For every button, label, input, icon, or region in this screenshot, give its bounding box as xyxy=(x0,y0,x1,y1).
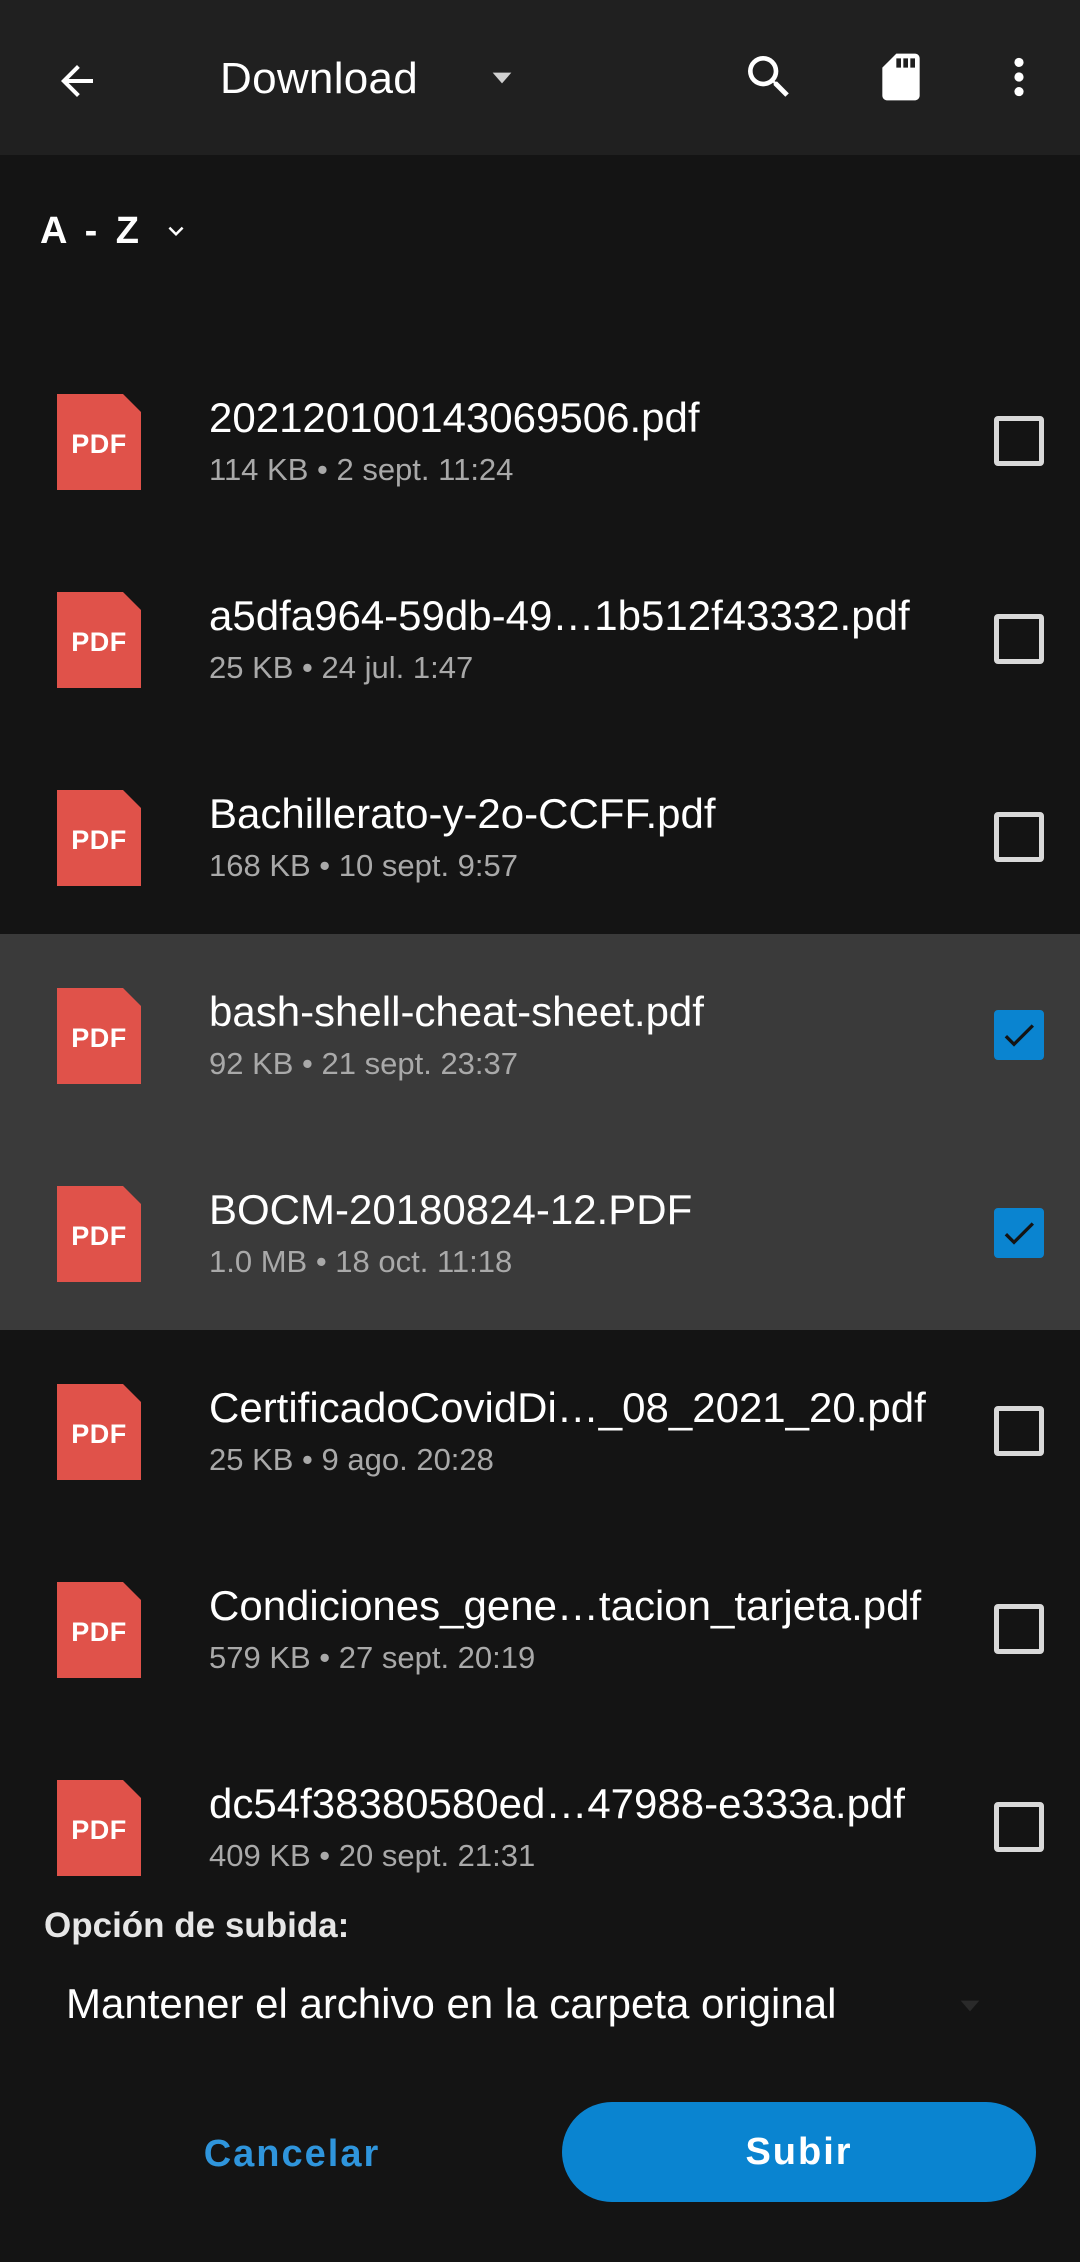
check-icon xyxy=(1004,1222,1034,1245)
pdf-file-icon: PDF xyxy=(57,1582,141,1678)
upload-panel: Opción de subida: Mantener el archivo en… xyxy=(0,1876,1080,2262)
file-name: CertificadoCovidDi…_08_2021_20.pdf xyxy=(209,1384,926,1431)
file-meta: 92 KB • 21 sept. 23:37 xyxy=(209,1046,519,1081)
more-options-button[interactable] xyxy=(980,38,1058,116)
file-name: dc54f38380580ed…47988-e333a.pdf xyxy=(209,1780,905,1827)
back-button[interactable] xyxy=(38,42,116,120)
pdf-icon-label: PDF xyxy=(71,626,127,657)
pdf-file-icon: PDF xyxy=(57,592,141,688)
pdf-icon-label: PDF xyxy=(71,1418,127,1449)
file-row[interactable]: PDF CertificadoCovidDi…_08_2021_20.pdf 25 … xyxy=(0,1330,1080,1528)
file-meta: 1.0 MB • 18 oct. 11:18 xyxy=(209,1244,513,1279)
storage-button[interactable] xyxy=(862,38,940,116)
pdf-icon-label: PDF xyxy=(71,824,127,855)
file-row[interactable]: PDF dc54f38380580ed…47988-e333a.pdf 409 KB… xyxy=(0,1726,1080,1876)
check-icon xyxy=(1004,1024,1034,1047)
pdf-icon-label: PDF xyxy=(71,1814,127,1845)
file-checkbox[interactable] xyxy=(994,812,1044,862)
sd-card-icon xyxy=(882,53,920,101)
file-name: bash-shell-cheat-sheet.pdf xyxy=(209,988,704,1035)
file-row[interactable]: PDF BOCM-20180824-12.PDF 1.0 MB • 18 oct. … xyxy=(0,1132,1080,1330)
upload-button[interactable]: Subir xyxy=(562,2102,1036,2202)
file-row[interactable]: PDF bash-shell-cheat-sheet.pdf 92 KB • 21 … xyxy=(0,934,1080,1132)
pdf-icon-label: PDF xyxy=(71,1220,127,1251)
pdf-icon-label: PDF xyxy=(71,428,127,459)
pdf-file-icon: PDF xyxy=(57,1780,141,1876)
file-name: Condiciones_gene…tacion_tarjeta.pdf xyxy=(209,1582,922,1629)
arrow-left-icon xyxy=(61,65,93,97)
file-checkbox[interactable] xyxy=(994,1802,1044,1852)
file-meta: 579 KB • 27 sept. 20:19 xyxy=(209,1640,536,1675)
file-list: PDF 202120100143069506.pdf 114 KB • 2 sept… xyxy=(0,340,1080,1876)
file-checkbox[interactable] xyxy=(994,1604,1044,1654)
file-name: 202120100143069506.pdf xyxy=(209,394,700,441)
folder-selector[interactable]: Download xyxy=(220,44,418,114)
more-vert-icon xyxy=(1014,57,1024,97)
caret-down-icon xyxy=(960,2000,980,2012)
file-row[interactable]: PDF Bachillerato-y-2o-CCFF.pdf 168 KB • 10… xyxy=(0,736,1080,934)
file-checkbox[interactable] xyxy=(994,614,1044,664)
file-row[interactable]: PDF Condiciones_gene…tacion_tarjeta.pdf 57… xyxy=(0,1528,1080,1726)
upload-option-select[interactable]: Mantener el archivo en la carpeta origin… xyxy=(30,1970,1030,2050)
file-name: BOCM-20180824-12.PDF xyxy=(209,1186,693,1233)
pdf-file-icon: PDF xyxy=(57,394,141,490)
file-meta: 114 KB • 2 sept. 11:24 xyxy=(209,452,514,487)
upload-option-value: Mantener el archivo en la carpeta origin… xyxy=(66,1980,837,2027)
file-meta: 409 KB • 20 sept. 21:31 xyxy=(209,1838,536,1873)
file-checkbox[interactable] xyxy=(994,1208,1044,1258)
file-name: Bachillerato-y-2o-CCFF.pdf xyxy=(209,790,716,837)
file-checkbox[interactable] xyxy=(994,1406,1044,1456)
page-title: Download xyxy=(220,54,419,103)
file-name: a5dfa964-59db-49…1b512f43332.pdf xyxy=(209,592,910,639)
file-row[interactable]: PDF a5dfa964-59db-49…1b512f43332.pdf 25 KB… xyxy=(0,538,1080,736)
file-row[interactable]: PDF 202120100143069506.pdf 114 KB • 2 sept… xyxy=(0,340,1080,538)
pdf-file-icon: PDF xyxy=(57,1186,141,1282)
pdf-icon-label: PDF xyxy=(71,1022,127,1053)
top-app-bar: Download xyxy=(0,0,1080,155)
file-meta: 25 KB • 24 jul. 1:47 xyxy=(209,650,474,685)
cancel-button[interactable]: Cancelar xyxy=(152,2104,432,2204)
search-icon xyxy=(748,56,789,97)
file-meta: 168 KB • 10 sept. 9:57 xyxy=(209,848,519,883)
search-button[interactable] xyxy=(730,38,808,116)
caret-down-icon[interactable] xyxy=(486,62,518,94)
pdf-file-icon: PDF xyxy=(57,1384,141,1480)
sort-selector[interactable]: A - Z xyxy=(40,196,191,266)
file-meta: 25 KB • 9 ago. 20:28 xyxy=(209,1442,494,1477)
pdf-file-icon: PDF xyxy=(57,790,141,886)
file-checkbox[interactable] xyxy=(994,1010,1044,1060)
pdf-icon-label: PDF xyxy=(71,1616,127,1647)
sort-label: A - Z xyxy=(40,209,144,252)
file-checkbox[interactable] xyxy=(994,416,1044,466)
pdf-file-icon: PDF xyxy=(57,988,141,1084)
upload-option-label: Opción de subida: xyxy=(44,1906,350,1945)
chevron-down-icon xyxy=(168,226,184,236)
